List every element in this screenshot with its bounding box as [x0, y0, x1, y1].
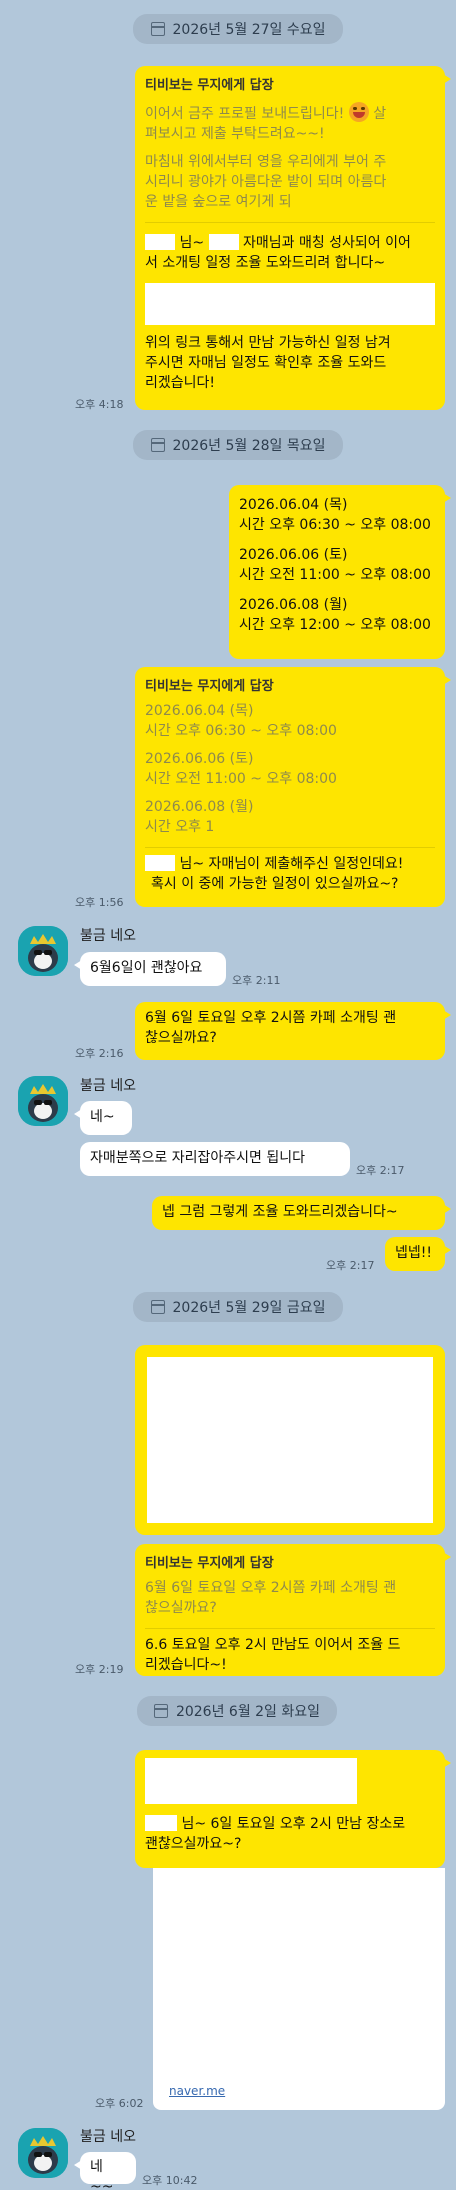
message-time: 오후 2:11	[232, 974, 281, 987]
date-label: 2026년 5월 27일 수요일	[172, 22, 326, 38]
quote-text: 6월 6일 토요일 오후 2시쯤 카페 소개팅 괜	[145, 1580, 397, 1596]
message-text: 자매님과 매칭 성사되어 이어	[242, 235, 411, 251]
reply-divider	[145, 847, 435, 848]
reply-divider	[145, 222, 435, 223]
redacted-image[interactable]	[147, 1357, 433, 1523]
message-time: 오후 2:17	[356, 1164, 405, 1177]
sender-name: 불금 네오	[80, 2129, 136, 2145]
message-text: 찮으실까요?	[145, 1030, 217, 1046]
quote-text: 시간 오후 1	[145, 819, 215, 835]
outgoing-message-bubble[interactable]: 님~ 6일 토요일 오후 2시 만남 장소로 괜찮으실까요~?	[135, 1750, 451, 1868]
outgoing-message-bubble[interactable]: 2026.06.04 (목) 시간 오후 06:30 ~ 오후 08:00 20…	[229, 485, 451, 659]
redacted-name	[145, 855, 175, 871]
outgoing-reply-bubble[interactable]: 티비보는 무지에게 답장 이어서 금주 프로필 보내드립니다! 살 펴보시고 제…	[135, 66, 451, 410]
quote-text: 운 밭을 숲으로 여기게 되	[145, 194, 292, 210]
avatar[interactable]	[18, 1076, 68, 1126]
message-text: 자매분쪽으로 자리잡아주시면 됩니다	[90, 1150, 305, 1166]
redacted-name	[145, 234, 175, 250]
message-text: 2026.06.08 (월)	[239, 597, 348, 613]
message-text: 넵 그럼 그렇게 조율 도와드리겠습니다~	[162, 1204, 398, 1220]
quote-text: 찮으실까요?	[145, 1600, 217, 1616]
date-divider: 2026년 5월 28일 목요일	[133, 430, 343, 460]
message-text: 시간 오전 11:00 ~ 오후 08:00	[239, 567, 431, 583]
reply-header: 티비보는 무지에게 답장	[145, 1556, 274, 1571]
message-text: 위의 링크 통해서 만남 가능하신 일정 남겨	[145, 335, 391, 351]
avatar[interactable]	[18, 2128, 68, 2178]
outgoing-message-bubble[interactable]: 넵 그럼 그렇게 조율 도와드리겠습니다~	[152, 1196, 451, 1230]
reply-header: 티비보는 무지에게 답장	[145, 679, 274, 694]
neo-avatar-icon	[18, 1076, 68, 1126]
date-divider: 2026년 6월 2일 화요일	[137, 1696, 337, 1726]
message-text: 주시면 자매님 일정도 확인후 조율 도와드	[145, 355, 387, 371]
outgoing-reply-bubble[interactable]: 티비보는 무지에게 답장 6월 6일 토요일 오후 2시쯤 카페 소개팅 괜 찮…	[135, 1544, 451, 1676]
calendar-icon	[150, 438, 165, 452]
message-time: 오후 10:42	[142, 2174, 198, 2187]
message-text: 6월6일이 괜찮아요	[90, 960, 203, 976]
message-text: 서 소개팅 일정 조율 도와드리려 합니다~	[145, 255, 386, 271]
sender-name: 불금 네오	[80, 928, 136, 944]
quote-text: 시간 오후 06:30 ~ 오후 08:00	[145, 723, 337, 739]
message-text: 네~~	[90, 2159, 114, 2190]
message-text: 2026.06.04 (목)	[239, 497, 348, 513]
outgoing-reply-bubble[interactable]: 티비보는 무지에게 답장 2026.06.04 (목) 시간 오후 06:30 …	[135, 667, 451, 907]
date-divider: 2026년 5월 29일 금요일	[133, 1292, 343, 1322]
avatar[interactable]	[18, 926, 68, 976]
calendar-icon	[150, 1300, 165, 1314]
message-text: 6.6 토요일 오후 2시 만남도 이어서 조율 드	[145, 1637, 401, 1653]
incoming-message-bubble[interactable]: 6월6일이 괜찮아요	[74, 952, 226, 986]
quote-text: 살	[373, 106, 387, 122]
message-text: 리겠습니다~!	[145, 1657, 227, 1673]
message-time: 오후 2:16	[75, 1047, 124, 1060]
neo-avatar-icon	[18, 2128, 68, 2178]
message-time: 오후 2:17	[326, 1259, 375, 1272]
redacted-name	[145, 1815, 177, 1831]
quote-text: 펴보시고 제출 부탁드려요~~!	[145, 126, 325, 142]
date-label: 2026년 5월 29일 금요일	[172, 1300, 326, 1316]
message-time: 오후 4:18	[75, 398, 124, 411]
link-preview-card[interactable]: naver.me	[153, 1868, 445, 2110]
message-time: 오후 6:02	[95, 2097, 144, 2110]
outgoing-image-bubble[interactable]	[135, 1345, 445, 1535]
message-text: 리겠습니다!	[145, 375, 216, 391]
reply-header: 티비보는 무지에게 답장	[145, 78, 274, 93]
redacted-link-preview[interactable]	[145, 1758, 357, 1804]
message-text: 6월 6일 토요일 오후 2시쯤 카페 소개팅 괜	[145, 1010, 397, 1026]
message-time: 오후 2:19	[75, 1663, 124, 1676]
sender-name: 불금 네오	[80, 1078, 136, 1094]
message-text: 시간 오후 06:30 ~ 오후 08:00	[239, 517, 431, 533]
message-text: 시간 오후 12:00 ~ 오후 08:00	[239, 617, 431, 633]
redacted-link-preview[interactable]	[145, 283, 435, 325]
message-time: 오후 1:56	[75, 896, 124, 909]
quote-text: 시간 오전 11:00 ~ 오후 08:00	[145, 771, 337, 787]
date-label: 2026년 6월 2일 화요일	[175, 1704, 321, 1720]
incoming-message-bubble[interactable]: 네~	[74, 1101, 132, 1135]
grinning-emoji-icon	[348, 102, 369, 122]
message-text: 님~ 자매님이 제출해주신 일정인데요!	[179, 856, 404, 872]
quote-text: 마침내 위에서부터 영을 우리에게 부어 주	[145, 154, 387, 170]
quote-text: 2026.06.08 (월)	[145, 799, 254, 815]
incoming-message-bubble[interactable]: 네~~	[74, 2152, 136, 2190]
message-text: 네~	[90, 1109, 115, 1125]
quote-text: 시리니 광야가 아름다운 밭이 되며 아름다	[145, 174, 387, 190]
quote-text: 2026.06.04 (목)	[145, 703, 254, 719]
message-text: 님~ 6일 토요일 오후 2시 만남 장소로	[181, 1816, 406, 1832]
outgoing-message-bubble[interactable]: 넵넵!!	[385, 1237, 451, 1271]
date-divider: 2026년 5월 27일 수요일	[133, 14, 343, 44]
calendar-icon	[150, 22, 165, 36]
redacted-name	[208, 234, 239, 250]
incoming-message-bubble[interactable]: 자매분쪽으로 자리잡아주시면 됩니다	[80, 1142, 350, 1176]
message-text: 님~	[179, 235, 205, 251]
reply-divider	[145, 1628, 435, 1629]
link-url[interactable]: naver.me	[169, 2084, 225, 2098]
message-text: 넵넵!!	[395, 1245, 432, 1261]
message-text: 괜찮으실까요~?	[145, 1836, 242, 1852]
date-label: 2026년 5월 28일 목요일	[172, 438, 326, 454]
quote-text: 2026.06.06 (토)	[145, 751, 254, 767]
message-text: 2026.06.06 (토)	[239, 547, 348, 563]
calendar-icon	[153, 1704, 168, 1718]
neo-avatar-icon	[18, 926, 68, 976]
quote-text: 이어서 금주 프로필 보내드립니다!	[145, 106, 345, 122]
message-text: 혹시 이 중에 가능한 일정이 있으실까요~?	[151, 876, 399, 892]
outgoing-message-bubble[interactable]: 6월 6일 토요일 오후 2시쯤 카페 소개팅 괜 찮으실까요?	[135, 1002, 451, 1060]
